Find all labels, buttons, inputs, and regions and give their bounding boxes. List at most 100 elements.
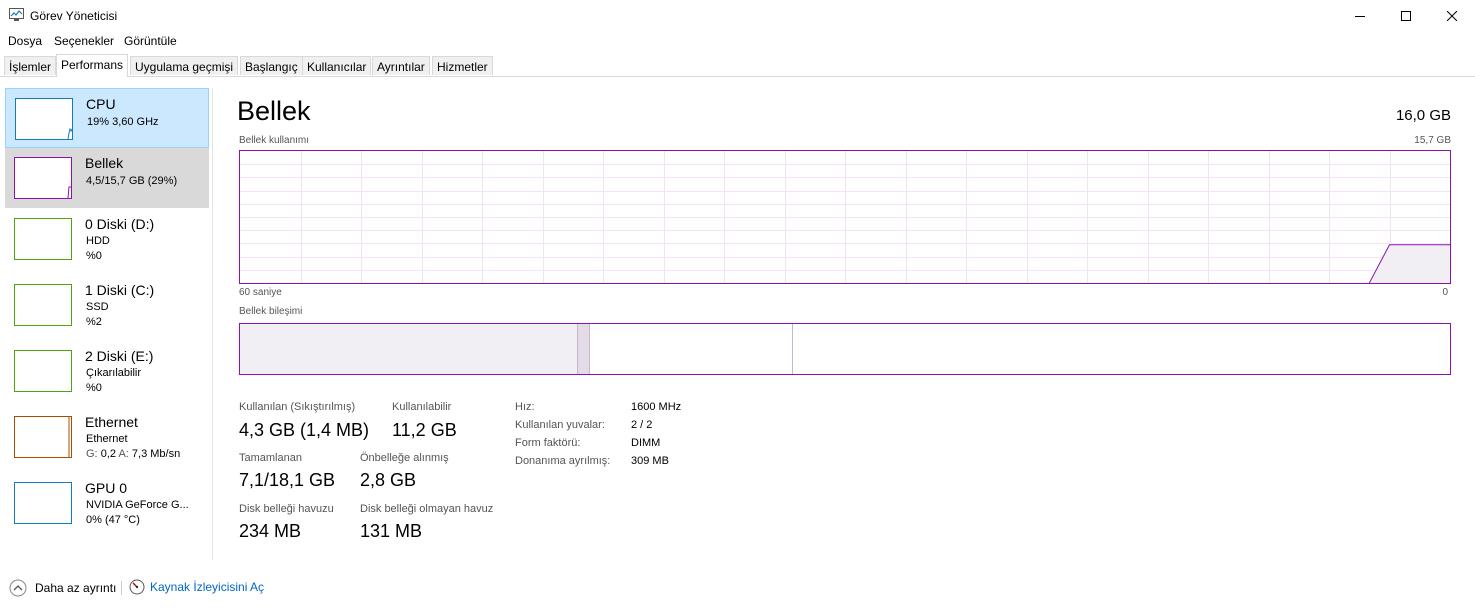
page-title: Bellek (237, 96, 311, 126)
available-value: 11,2 GB (392, 420, 457, 440)
maximize-button[interactable] (1383, 0, 1429, 31)
sidebar-item-cpu[interactable]: CPU 19% 3,60 GHz (5, 88, 209, 148)
tab-app-history[interactable]: Uygulama geçmişi (130, 56, 239, 75)
memory-mini-chart (67, 186, 71, 199)
sidebar-item-disk-2[interactable]: 2 Diski (E:) Çıkarılabilir %0 (5, 340, 209, 406)
close-button[interactable] (1429, 0, 1475, 31)
sidebar-item-usage: %2 (86, 316, 102, 328)
sidebar-item-subtitle: NVIDIA GeForce G... (86, 499, 189, 511)
sidebar-item-throughput: G: 0,2 A: 7,3 Mb/sn (86, 448, 180, 460)
cached-label: Önbelleğe alınmış (360, 452, 449, 464)
menu-file[interactable]: Dosya (8, 34, 42, 48)
sidebar-item-memory[interactable]: Bellek 4,5/15,7 GB (29%) (5, 148, 209, 208)
committed-value: 7,1/18,1 GB (239, 470, 336, 490)
title-bar: Görev Yöneticisi (0, 0, 1475, 31)
window-title: Görev Yöneticisi (30, 9, 118, 23)
sidebar-item-disk-1[interactable]: 1 Diski (C:) SSD %2 (5, 274, 209, 340)
in-use-value: 4,3 GB (1,4 MB) (239, 420, 370, 440)
menu-options[interactable]: Seçenekler (54, 34, 114, 48)
tab-performance[interactable]: Performans (56, 54, 129, 77)
sidebar-item-subtitle: 19% 3,60 GHz (87, 116, 159, 128)
footer-divider (121, 581, 122, 595)
open-resource-monitor-label: Kaynak İzleyicisini Aç (150, 580, 265, 594)
usage-axis-left: 60 saniye (239, 287, 282, 298)
paged-pool-label: Disk belleği havuzu (239, 503, 334, 515)
sidebar-item-title: Bellek (85, 155, 124, 171)
minimize-icon (1355, 15, 1365, 17)
committed-label: Tamamlanan (239, 452, 302, 464)
memory-thumbnail-graph (14, 157, 72, 199)
sidebar-item-disk-0[interactable]: 0 Diski (D:) HDD %0 (5, 208, 209, 274)
sidebar-item-title: CPU (86, 96, 116, 112)
fewer-details-button[interactable]: Daha az ayrıntı (9, 579, 116, 597)
sidebar-item-usage: %0 (86, 250, 102, 262)
minimize-button[interactable] (1337, 0, 1383, 31)
sidebar-item-subtitle: SSD (86, 301, 109, 313)
sidebar-item-title: GPU 0 (85, 480, 128, 496)
tab-services[interactable]: Hizmetler (432, 56, 493, 75)
gpu-thumbnail-graph (14, 482, 72, 524)
sidebar-item-title: 2 Diski (E:) (85, 348, 154, 364)
send-value: 0,2 (100, 448, 116, 460)
composition-free[interactable] (793, 324, 1450, 374)
chevron-up-circle-icon (9, 579, 27, 597)
tab-processes[interactable]: İşlemler (4, 56, 57, 75)
sidebar-item-ethernet[interactable]: Ethernet Ethernet G: 0,2 A: 7,3 Mb/sn (5, 406, 209, 472)
menu-view[interactable]: Görüntüle (124, 34, 177, 48)
composition-in-use[interactable] (240, 324, 578, 374)
disk0-thumbnail-graph (14, 218, 72, 260)
sidebar-item-gpu[interactable]: GPU 0 NVIDIA GeForce G... 0% (47 °C) (5, 472, 209, 538)
receive-value: 7,3 Mb/sn (131, 448, 181, 460)
usage-graph-label: Bellek kullanımı (239, 135, 310, 146)
hardware-reserved-value: 309 MB (631, 455, 669, 467)
nonpaged-pool-value: 131 MB (360, 521, 423, 541)
disk1-thumbnail-graph (14, 284, 72, 326)
memory-total: 16,0 GB (1395, 107, 1451, 124)
sidebar-item-subtitle: 4,5/15,7 GB (29%) (86, 175, 178, 187)
sidebar-item-title: 1 Diski (C:) (85, 282, 155, 298)
footer: Daha az ayrıntı Kaynak İzleyicisini Aç (0, 570, 1475, 610)
tab-startup[interactable]: Başlangıç (240, 56, 303, 75)
send-label: G: (86, 448, 98, 460)
sidebar-item-subtitle: Çıkarılabilir (86, 367, 142, 379)
resource-monitor-icon (129, 579, 145, 595)
memory-usage-area (1369, 244, 1450, 283)
usage-graph-max: 15,7 GB (1414, 135, 1451, 146)
cpu-thumbnail-graph (15, 98, 73, 140)
sidebar-divider (212, 88, 213, 560)
cached-value: 2,8 GB (360, 470, 417, 490)
memory-composition-graph (239, 323, 1451, 375)
menu-bar: Dosya Seçenekler Görüntüle (0, 31, 1475, 51)
open-resource-monitor-link[interactable]: Kaynak İzleyicisini Aç (129, 579, 264, 595)
cpu-mini-chart (67, 127, 73, 140)
sidebar-item-title: 0 Diski (D:) (85, 216, 155, 232)
hardware-reserved-label: Donanıma ayrılmış: (515, 455, 611, 467)
sidebar-item-subtitle: HDD (86, 235, 110, 247)
receive-label: A: (118, 448, 129, 460)
memory-usage-graph (239, 150, 1451, 284)
nonpaged-pool-label: Disk belleği olmayan havuz (360, 503, 494, 515)
close-icon (1447, 10, 1457, 21)
composition-modified[interactable] (578, 324, 590, 374)
composition-graph-label: Bellek bileşimi (239, 306, 303, 317)
composition-standby[interactable] (590, 324, 793, 374)
available-label: Kullanılabilir (392, 401, 452, 413)
form-factor-value: DIMM (631, 437, 661, 449)
slots-label: Kullanılan yuvalar: (515, 419, 605, 431)
tab-strip: İşlemler Performans Uygulama geçmişi Baş… (0, 54, 1475, 77)
tab-users[interactable]: Kullanıcılar (302, 56, 372, 75)
sidebar-item-subtitle: Ethernet (86, 433, 128, 445)
ethernet-thumbnail-graph (14, 416, 72, 458)
tab-details[interactable]: Ayrıntılar (372, 56, 430, 75)
task-manager-icon (9, 8, 24, 21)
sidebar-item-usage: %0 (86, 382, 102, 394)
in-use-label: Kullanılan (Sıkıştırılmış) (239, 401, 356, 413)
ethernet-mini-chart (68, 417, 70, 457)
slots-value: 2 / 2 (631, 419, 653, 431)
speed-label: Hız: (515, 401, 535, 413)
maximize-icon (1401, 10, 1411, 21)
form-factor-label: Form faktörü: (515, 437, 581, 449)
disk2-thumbnail-graph (14, 350, 72, 392)
memory-usage-chart (240, 151, 1450, 283)
speed-value: 1600 MHz (631, 401, 682, 413)
